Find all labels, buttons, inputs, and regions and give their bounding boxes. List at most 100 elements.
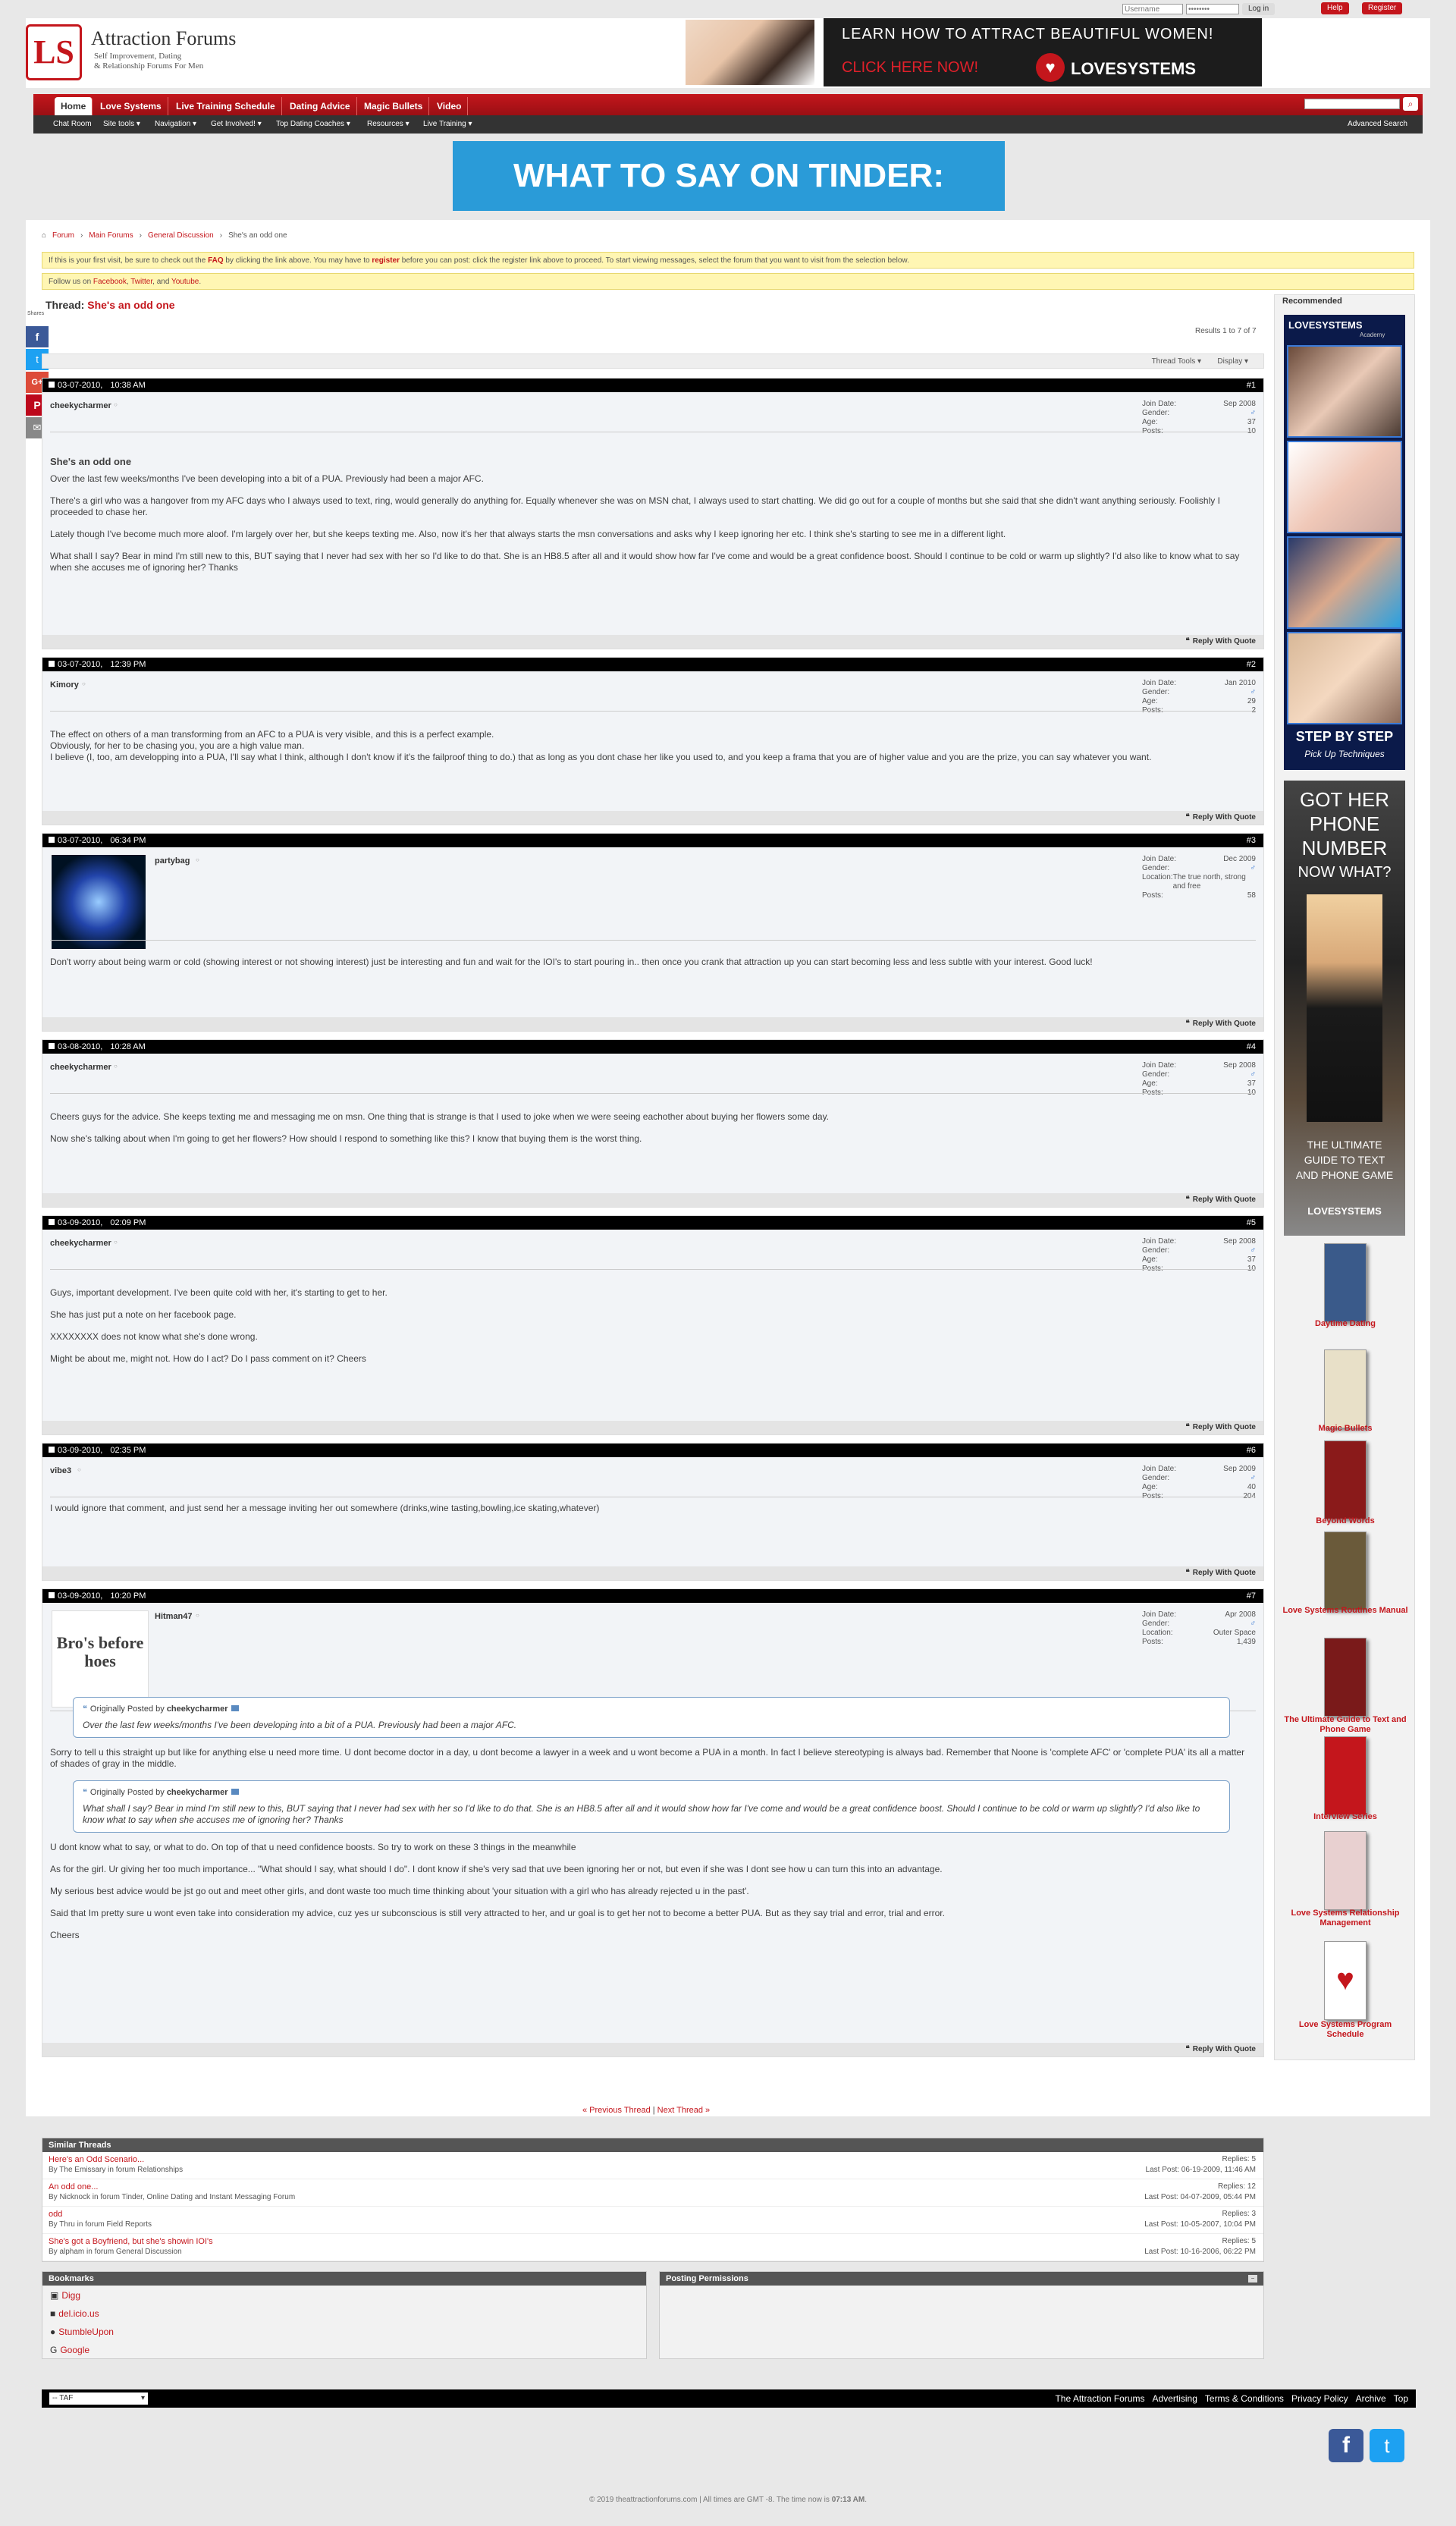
book-cover-image[interactable]	[1324, 1532, 1367, 1610]
book-cover-image[interactable]	[1324, 1736, 1367, 1815]
sidebar-book-link[interactable]: The Ultimate Guide to Text and Phone Gam…	[1275, 1715, 1416, 1735]
reply-with-quote-button[interactable]: ❝ Reply With Quote	[1185, 1569, 1256, 1577]
collapse-icon[interactable]: −	[1248, 2275, 1257, 2283]
youtube-link[interactable]: Youtube	[171, 278, 199, 286]
post-username[interactable]: Kimory	[50, 680, 79, 690]
subnav-top-dating-coaches[interactable]: Top Dating Coaches ▾	[276, 120, 350, 128]
previous-thread-link[interactable]: « Previous Thread	[582, 2106, 651, 2115]
sidebar-book-link[interactable]: Love Systems Relationship Management	[1275, 1909, 1416, 1928]
site-logo[interactable]: LS	[26, 24, 82, 80]
book-cover-image[interactable]	[1324, 1243, 1367, 1322]
book-cover-image[interactable]	[1324, 1349, 1367, 1428]
text-phone-ad[interactable]: GOT HER PHONE NUMBER NOW WHAT? THE ULTIM…	[1284, 781, 1405, 1236]
breadcrumb-forum[interactable]: Forum	[52, 231, 74, 240]
twitter-icon[interactable]: t	[1370, 2429, 1404, 2462]
facebook-share-icon[interactable]: f	[26, 326, 49, 347]
post-number[interactable]: #3	[1247, 834, 1256, 847]
post-number[interactable]: #7	[1247, 1589, 1256, 1603]
bookmark-link[interactable]: del.icio.us	[58, 2308, 99, 2319]
tab-magic-bullets[interactable]: Magic Bullets	[358, 97, 430, 115]
sidebar-book-link[interactable]: Love Systems Routines Manual	[1275, 1606, 1416, 1616]
bookmark-item[interactable]: ● StumbleUpon	[50, 2326, 114, 2337]
footer-link[interactable]: The Attraction Forums	[1055, 2393, 1144, 2404]
tab-dating-advice[interactable]: Dating Advice	[284, 97, 357, 115]
reply-with-quote-button[interactable]: ❝ Reply With Quote	[1185, 813, 1256, 822]
facebook-link[interactable]: Facebook	[93, 278, 127, 286]
sidebar-book-link[interactable]: Daytime Dating	[1275, 1319, 1416, 1329]
lovesystems-banner[interactable]: LEARN HOW TO ATTRACT BEAUTIFUL WOMEN! CL…	[824, 18, 1262, 86]
faq-link[interactable]: FAQ	[208, 256, 224, 265]
similar-thread-link[interactable]: odd	[49, 2210, 62, 2219]
reply-with-quote-button[interactable]: ❝ Reply With Quote	[1185, 1020, 1256, 1028]
post-username[interactable]: cheekycharmer	[50, 1239, 111, 1248]
user-avatar[interactable]	[52, 855, 146, 949]
reply-with-quote-button[interactable]: ❝ Reply With Quote	[1185, 2045, 1256, 2053]
post-username[interactable]: vibe3	[50, 1466, 71, 1475]
thread-tools-button[interactable]: Thread Tools ▾	[1152, 357, 1201, 366]
post-number[interactable]: #1	[1247, 379, 1256, 392]
tab-love-systems[interactable]: Love Systems	[94, 97, 168, 115]
post-number[interactable]: #2	[1247, 658, 1256, 671]
subnav-live-training[interactable]: Live Training ▾	[423, 120, 472, 128]
subnav-chat-room[interactable]: Chat Room	[53, 120, 92, 128]
footer-link[interactable]: Terms & Conditions	[1205, 2393, 1284, 2404]
book-cover-image[interactable]	[1324, 1638, 1367, 1717]
sidebar-book-link[interactable]: Love Systems Program Schedule	[1275, 2020, 1416, 2040]
book-cover-image[interactable]	[1324, 1441, 1367, 1519]
search-icon[interactable]: ⌕	[1403, 97, 1418, 111]
username-input[interactable]	[1122, 4, 1183, 14]
footer-link[interactable]: Top	[1394, 2393, 1408, 2404]
bookmark-link[interactable]: Digg	[61, 2290, 80, 2301]
twitter-link[interactable]: Twitter	[130, 278, 152, 286]
password-input[interactable]	[1186, 4, 1239, 14]
reply-with-quote-button[interactable]: ❝ Reply With Quote	[1185, 1195, 1256, 1204]
breadcrumb-main-forums[interactable]: Main Forums	[89, 231, 133, 240]
tab-video[interactable]: Video	[431, 97, 469, 115]
login-button[interactable]: Log in	[1242, 3, 1276, 15]
help-button[interactable]: Help	[1321, 2, 1349, 14]
bookmark-item[interactable]: G Google	[50, 2345, 89, 2355]
bookmark-item[interactable]: ■ del.icio.us	[50, 2308, 99, 2319]
subnav-resources[interactable]: Resources ▾	[367, 120, 410, 128]
tab-home[interactable]: Home	[55, 97, 93, 115]
post-username[interactable]: partybag	[155, 856, 190, 866]
advanced-search-link[interactable]: Advanced Search	[1348, 120, 1407, 128]
home-icon[interactable]: ⌂	[42, 231, 46, 240]
user-avatar[interactable]: Bro's before hoes	[52, 1610, 149, 1708]
sidebar-book-link[interactable]: Beyond Words	[1275, 1516, 1416, 1526]
bookmark-link[interactable]: StumbleUpon	[58, 2326, 114, 2337]
tinder-banner[interactable]: WHAT TO SAY ON TINDER:	[453, 141, 1005, 211]
reply-with-quote-button[interactable]: ❝ Reply With Quote	[1185, 1423, 1256, 1431]
similar-thread-link[interactable]: She's got a Boyfriend, but she's showin …	[49, 2237, 213, 2246]
next-thread-link[interactable]: Next Thread »	[657, 2106, 711, 2115]
footer-link[interactable]: Advertising	[1153, 2393, 1197, 2404]
subnav-site-tools[interactable]: Site tools ▾	[103, 120, 140, 128]
display-button[interactable]: Display ▾	[1217, 357, 1248, 366]
post-number[interactable]: #4	[1247, 1040, 1256, 1054]
post-username[interactable]: Hitman47	[155, 1612, 193, 1621]
bookmark-item[interactable]: ▣ Digg	[50, 2290, 80, 2301]
similar-thread-link[interactable]: An odd one...	[49, 2182, 98, 2191]
tab-live-training[interactable]: Live Training Schedule	[170, 97, 282, 115]
facebook-icon[interactable]: f	[1329, 2429, 1363, 2462]
view-post-icon[interactable]	[231, 1705, 239, 1711]
search-input[interactable]	[1304, 99, 1400, 109]
footer-link[interactable]: Privacy Policy	[1291, 2393, 1348, 2404]
sidebar-book-link[interactable]: Magic Bullets	[1275, 1424, 1416, 1434]
post-number[interactable]: #5	[1247, 1216, 1256, 1230]
register-link[interactable]: register	[372, 256, 400, 265]
breadcrumb-general-discussion[interactable]: General Discussion	[148, 231, 214, 240]
register-button[interactable]: Register	[1362, 2, 1403, 14]
post-username[interactable]: cheekycharmer	[50, 1063, 111, 1072]
post-number[interactable]: #6	[1247, 1444, 1256, 1457]
post-username[interactable]: cheekycharmer	[50, 401, 111, 410]
subnav-get-involved[interactable]: Get Involved! ▾	[211, 120, 262, 128]
lovesystems-academy-ad[interactable]: LOVESYSTEMS Academy STEP BY STEP Pick Up…	[1284, 315, 1405, 770]
similar-thread-link[interactable]: Here's an Odd Scenario...	[49, 2155, 144, 2164]
reply-with-quote-button[interactable]: ❝ Reply With Quote	[1185, 637, 1256, 646]
style-chooser[interactable]: -- TAF ▾	[49, 2392, 148, 2405]
footer-link[interactable]: Archive	[1356, 2393, 1386, 2404]
bookmark-link[interactable]: Google	[60, 2345, 89, 2355]
subnav-navigation[interactable]: Navigation ▾	[155, 120, 196, 128]
book-cover-image[interactable]	[1324, 1831, 1367, 1910]
